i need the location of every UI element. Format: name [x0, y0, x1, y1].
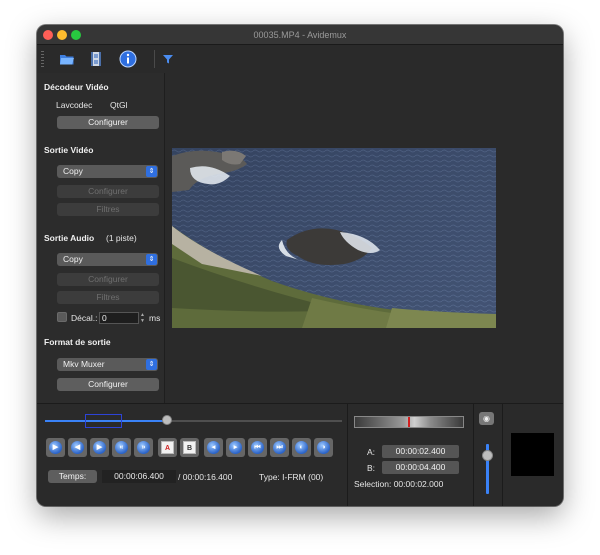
audio-shift-checkbox[interactable] — [57, 312, 67, 322]
volume-slider-knob[interactable] — [482, 450, 493, 461]
chevron-updown-icon: ⇕ — [146, 254, 157, 265]
video-frame — [172, 148, 496, 328]
mini-preview — [511, 433, 554, 476]
mark-b-button[interactable]: B — [180, 438, 199, 457]
muxer-configure-button[interactable]: Configurer — [57, 378, 159, 391]
app-window: 00035.MP4 - Avidemux Décodeur Vidéo Lavc… — [37, 25, 563, 506]
toolbar-grip[interactable] — [41, 51, 44, 67]
previous-frame-icon: ◀ — [71, 441, 84, 454]
save-film-icon[interactable] — [87, 50, 105, 68]
video-output-title: Sortie Vidéo — [44, 145, 94, 155]
panel-separator — [473, 404, 474, 506]
chevron-updown-icon: ⇕ — [146, 359, 157, 370]
toolbar-separator — [154, 50, 155, 68]
next-black-frame-icon: ◑ — [317, 441, 330, 454]
chevron-updown-icon: ⇕ — [146, 166, 157, 177]
audio-tracks-label: (1 piste) — [106, 233, 137, 243]
previous-frame-button[interactable]: ◀ — [68, 438, 87, 457]
sidebar: Décodeur Vidéo Lavcodec QtGl Configurer … — [37, 73, 164, 403]
playback-panel: ▶ ◀ ▶ « » A B ◂ ▸ ⏮ ⏭ ◐ ◑ Temps: 00:00:0… — [37, 403, 563, 506]
goto-end-button[interactable]: ⏭ — [270, 438, 289, 457]
window-title: 00035.MP4 - Avidemux — [253, 30, 347, 40]
info-icon[interactable] — [119, 50, 137, 68]
video-codec-value: Copy — [63, 166, 83, 176]
play-button[interactable]: ▶ — [46, 438, 65, 457]
next-keyframe-icon: ▸ — [229, 441, 242, 454]
fast-forward-button[interactable]: » — [134, 438, 153, 457]
mark-a-button[interactable]: A — [158, 438, 177, 457]
marker-a-field[interactable]: 00:00:02.400 — [382, 445, 459, 458]
video-decoder-title: Décodeur Vidéo — [44, 82, 109, 92]
rewind-icon: « — [115, 441, 128, 454]
time-button[interactable]: Temps: — [48, 470, 97, 483]
mark-a-icon: A — [161, 441, 174, 454]
video-filters-button[interactable]: Filtres — [57, 203, 159, 216]
frame-type-label: Type: I-FRM (00) — [259, 472, 324, 482]
decoder-lavcodec-label: Lavcodec — [56, 100, 93, 110]
rewind-button[interactable]: « — [112, 438, 131, 457]
muxer-select[interactable]: Mkv Muxer ⇕ — [57, 358, 158, 371]
audio-shift-unit: ms — [149, 313, 161, 323]
stepper-arrows-icon[interactable]: ▲ ▼ — [139, 312, 146, 324]
marker-b-field[interactable]: 00:00:04.400 — [382, 461, 459, 474]
ruler-position-marker — [408, 417, 410, 427]
output-format-title: Format de sortie — [44, 337, 111, 347]
panel-separator — [347, 404, 348, 506]
next-keyframe-button[interactable]: ▸ — [226, 438, 245, 457]
marker-b-label: B: — [367, 463, 376, 473]
selection-duration-label: Selection: 00:00:02.000 — [354, 479, 444, 489]
next-frame-icon: ▶ — [93, 441, 106, 454]
title-bar: 00035.MP4 - Avidemux — [37, 25, 563, 45]
video-codec-select[interactable]: Copy ⇕ — [57, 165, 158, 178]
previous-keyframe-icon: ◂ — [207, 441, 220, 454]
next-black-frame-button[interactable]: ◑ — [314, 438, 333, 457]
toolbar — [37, 45, 563, 73]
volume-toggle-icon[interactable]: ◉ — [479, 412, 494, 425]
audio-shift-input[interactable]: 0 — [99, 312, 139, 324]
video-configure-button[interactable]: Configurer — [57, 185, 159, 198]
goto-end-icon: ⏭ — [273, 441, 286, 454]
total-time-label: / 00:00:16.400 — [178, 472, 233, 482]
previous-black-frame-button[interactable]: ◐ — [292, 438, 311, 457]
next-frame-button[interactable]: ▶ — [90, 438, 109, 457]
video-frame-image — [172, 148, 496, 328]
filter-icon[interactable] — [159, 50, 177, 68]
play-icon: ▶ — [49, 441, 62, 454]
marker-a-label: A: — [367, 447, 376, 457]
fast-forward-icon: » — [137, 441, 150, 454]
panel-separator — [502, 404, 503, 506]
previous-black-frame-icon: ◐ — [295, 441, 308, 454]
audio-shift-label: Décal.: — [71, 313, 98, 323]
decoder-configure-button[interactable]: Configurer — [57, 116, 159, 129]
mark-b-icon: B — [183, 441, 196, 454]
muxer-value: Mkv Muxer — [63, 359, 105, 369]
audio-filters-button[interactable]: Filtres — [57, 291, 159, 304]
timeline-knob[interactable] — [161, 415, 172, 425]
audio-configure-button[interactable]: Configurer — [57, 273, 159, 286]
audio-codec-value: Copy — [63, 254, 83, 264]
audio-output-title: Sortie Audio — [44, 233, 95, 243]
decoder-qtgl-label: QtGl — [110, 100, 128, 110]
previous-keyframe-button[interactable]: ◂ — [204, 438, 223, 457]
audio-codec-select[interactable]: Copy ⇕ — [57, 253, 158, 266]
timeline-selection — [85, 414, 123, 428]
open-folder-icon[interactable] — [58, 50, 76, 68]
goto-start-icon: ⏮ — [251, 441, 264, 454]
current-time-field[interactable]: 00:00:06.400 — [102, 470, 176, 483]
goto-start-button[interactable]: ⏮ — [248, 438, 267, 457]
